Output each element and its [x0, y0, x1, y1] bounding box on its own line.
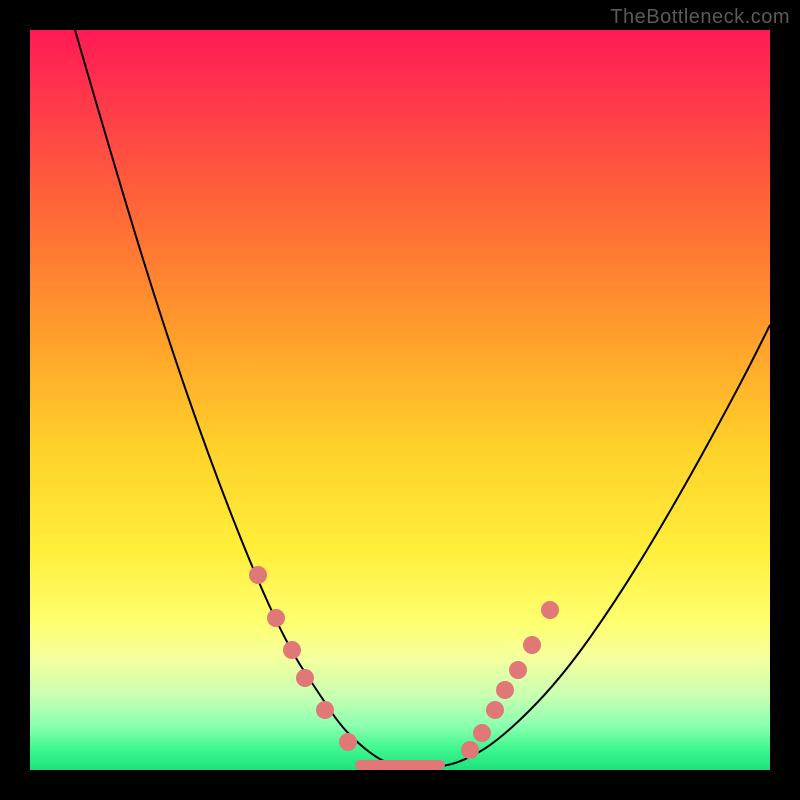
watermark-text: TheBottleneck.com [610, 6, 790, 29]
data-point-marker [496, 681, 514, 699]
data-point-marker [339, 733, 357, 751]
data-point-markers [249, 566, 559, 759]
data-point-marker [509, 661, 527, 679]
chart-svg [30, 30, 770, 770]
data-point-marker [283, 641, 301, 659]
bottleneck-curve [75, 30, 770, 768]
plot-area [30, 30, 770, 770]
data-point-marker [523, 636, 541, 654]
data-point-marker [296, 669, 314, 687]
data-point-marker [473, 724, 491, 742]
data-point-marker [249, 566, 267, 584]
data-point-marker [486, 701, 504, 719]
data-point-marker [267, 609, 285, 627]
data-point-marker [461, 741, 479, 759]
data-point-marker [541, 601, 559, 619]
chart-frame: TheBottleneck.com [0, 0, 800, 800]
data-point-marker [316, 701, 334, 719]
